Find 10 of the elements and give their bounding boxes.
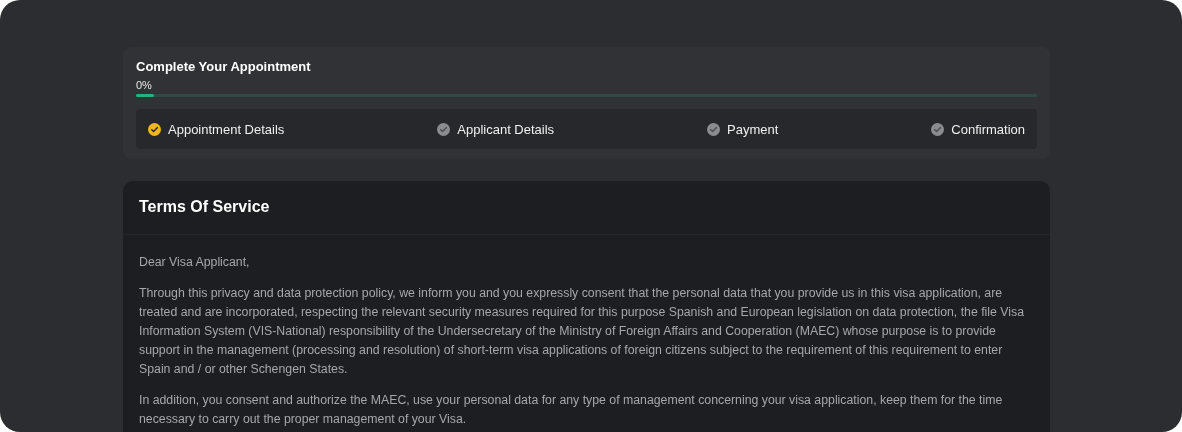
progress-percent: 0% bbox=[136, 79, 153, 91]
terms-paragraph: Dear Visa Applicant, bbox=[139, 254, 251, 271]
step-label: Payment bbox=[727, 121, 779, 137]
step-label: Applicant Details bbox=[457, 121, 555, 137]
terms-paragraph: Through this privacy and data protection policy, we inform you and you expressly consent that the personal data that you provide us in this visa application, are treated and are incorporated, respecting the relevant security measures required for this purpose Spanish and European legislation on data protection, the file Visa Information System (VIS-National) responsibility of the Undersecretary of the Ministry of Foreign Affairs and Cooperation (MAEC) whose purpose is to provide support in the management (processing and resolution) of short-term visa applications of foreign citizens subject to the requirement of this requirement to enter Spain and / or other Schengen States. bbox=[139, 285, 1025, 378]
progress-title: Complete Your Appointment bbox=[136, 59, 312, 74]
terms-title: Terms Of Service bbox=[123, 181, 1050, 235]
terms-paragraph: In addition, you consent and authorize the MAEC, use your personal data for any type of management concerning your visa application, keep them for the time necessary to carry out the proper management of your Visa. bbox=[139, 392, 1004, 428]
step-label: Appointment Details bbox=[168, 121, 285, 137]
step-label: Confirmation bbox=[951, 121, 1025, 137]
